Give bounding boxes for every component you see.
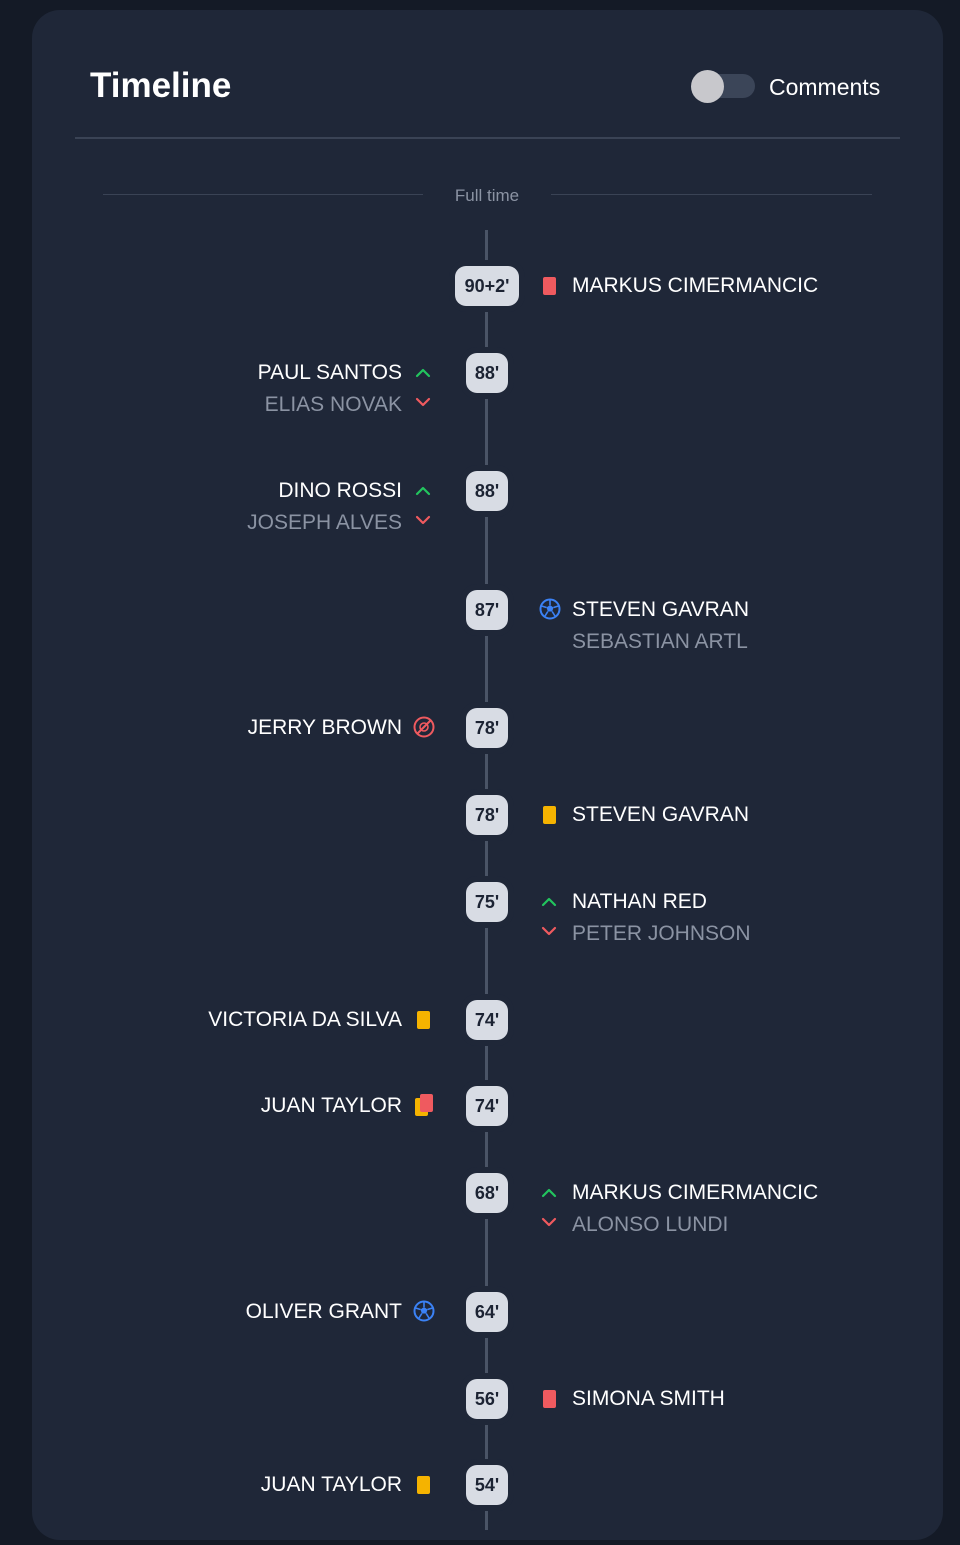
player-name: MARKUS CIMERMANCIC [572,1181,819,1204]
minute-badge: 78' [466,708,508,748]
player-name: JUAN TAYLOR [260,1094,402,1117]
minute-badge: 54' [466,1465,508,1505]
yellow-card-shape [417,1476,430,1494]
timeline-event[interactable]: 56' SIMONA SMITH [0,1379,960,1459]
yellow-card-shape [543,806,556,824]
timeline-event[interactable]: 88' PAUL SANTOS ELIAS NOVAK [0,353,960,433]
missed-penalty-icon [413,716,435,740]
goal-icon [539,598,561,622]
timeline-event[interactable]: 68' MARKUS CIMERMANCIC ALONSO LUNDI [0,1173,960,1253]
player-name: STEVEN GAVRAN [572,598,749,621]
player-name: DINO ROSSI [278,479,402,502]
player-name: JUAN TAYLOR [260,1473,402,1496]
timeline-event[interactable]: 74' JUAN TAYLOR [0,1086,960,1166]
chevron-up-icon [540,1181,560,1205]
minute-badge: 64' [466,1292,508,1332]
chevron-up-icon [540,890,560,914]
chevron-up-icon [414,479,434,503]
player-name: VICTORIA DA SILVA [208,1008,402,1031]
player-name: OLIVER GRANT [245,1300,402,1323]
secondary-player-name: SEBASTIAN ARTL [572,630,748,653]
minute-badge: 87' [466,590,508,630]
timeline-event[interactable]: 90+2' MARKUS CIMERMANCIC [0,266,960,346]
minute-badge: 75' [466,882,508,922]
goal-icon [413,1300,435,1324]
minute-badge: 68' [466,1173,508,1213]
chevron-down-icon [540,921,560,945]
timeline-event[interactable]: 78' STEVEN GAVRAN [0,795,960,875]
player-name: STEVEN GAVRAN [572,803,749,826]
chevron-down-icon [414,510,434,534]
timeline-event[interactable]: 54' JUAN TAYLOR [0,1465,960,1545]
red-card-shape [420,1094,433,1112]
timeline-event[interactable]: 87' STEVEN GAVRAN SEBASTIAN ARTL [0,590,960,670]
yellow-card-shape [417,1011,430,1029]
yellow-card-icon [414,1008,434,1032]
yellow-card-icon [540,803,560,827]
toggle-knob [691,70,724,103]
player-name: JERRY BROWN [247,716,402,739]
chevron-down-icon [540,1212,560,1236]
minute-badge: 74' [466,1000,508,1040]
chevron-down-icon [414,392,434,416]
red-card-icon [540,274,560,298]
page-title: Timeline [90,66,232,105]
red-card-shape [543,1390,556,1408]
timeline-event[interactable]: 75' NATHAN RED PETER JOHNSON [0,882,960,962]
red-card-shape [543,277,556,295]
red-card-icon [540,1387,560,1411]
secondary-player-name: ALONSO LUNDI [572,1213,729,1236]
minute-badge: 56' [466,1379,508,1419]
minute-badge: 74' [466,1086,508,1126]
player-name: PAUL SANTOS [257,361,402,384]
second-yellow-card-icon [414,1094,434,1118]
secondary-player-name: ELIAS NOVAK [264,393,402,416]
timeline-event[interactable]: 74' VICTORIA DA SILVA [0,1000,960,1080]
full-time-divider-right [551,194,872,195]
timeline-event[interactable]: 88' DINO ROSSI JOSEPH ALVES [0,471,960,551]
player-name: MARKUS CIMERMANCIC [572,274,819,297]
full-time-label: Full time [454,186,520,205]
comments-toggle-label[interactable]: Comments [769,74,880,101]
minute-badge: 78' [466,795,508,835]
chevron-up-icon [414,361,434,385]
minute-badge: 88' [466,353,508,393]
player-name: SIMONA SMITH [572,1387,725,1410]
secondary-player-name: JOSEPH ALVES [247,511,402,534]
header-divider [75,137,900,139]
minute-badge: 90+2' [455,266,519,306]
yellow-card-icon [414,1473,434,1497]
comments-toggle[interactable] [691,70,755,103]
minute-badge: 88' [466,471,508,511]
player-name: NATHAN RED [572,890,707,913]
timeline-event[interactable]: 64' OLIVER GRANT [0,1292,960,1372]
full-time-divider-left [103,194,423,195]
timeline-event[interactable]: 78' JERRY BROWN [0,708,960,788]
secondary-player-name: PETER JOHNSON [572,922,751,945]
